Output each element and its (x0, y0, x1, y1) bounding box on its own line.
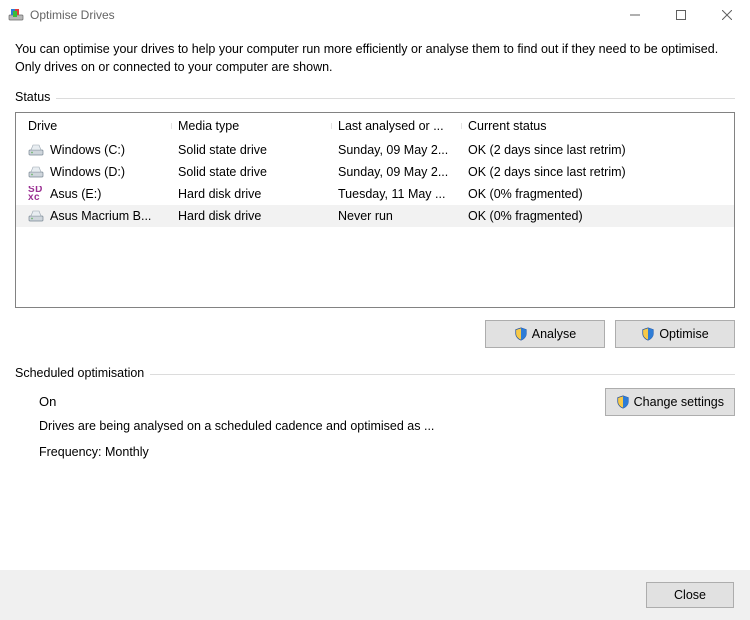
drive-name: Windows (C:) (50, 143, 125, 157)
divider (56, 98, 735, 99)
scheduled-frequency: Frequency: Monthly (39, 445, 434, 459)
divider (150, 374, 735, 375)
close-window-button[interactable] (704, 0, 750, 30)
shield-icon (514, 327, 528, 341)
col-header-media[interactable]: Media type (172, 119, 332, 133)
shield-icon (616, 395, 630, 409)
drive-status: OK (2 days since last retrim) (462, 165, 728, 179)
status-group-label: Status (15, 90, 735, 104)
drive-icon (28, 142, 44, 158)
drive-last: Sunday, 09 May 2... (332, 143, 462, 157)
scheduled-label-text: Scheduled optimisation (15, 366, 144, 380)
change-settings-button[interactable]: Change settings (605, 388, 735, 416)
drive-icon (28, 208, 44, 224)
drive-status: OK (2 days since last retrim) (462, 143, 728, 157)
col-header-drive[interactable]: Drive (22, 119, 172, 133)
intro-text: You can optimise your drives to help you… (15, 34, 735, 90)
window-title: Optimise Drives (30, 8, 115, 22)
maximize-button[interactable] (658, 0, 704, 30)
col-header-last[interactable]: Last analysed or ... (332, 119, 462, 133)
drive-name: Windows (D:) (50, 165, 125, 179)
action-buttons: Analyse Optimise (15, 320, 735, 348)
close-button[interactable]: Close (646, 582, 734, 608)
table-row[interactable]: SDxcAsus (E:)Hard disk driveTuesday, 11 … (16, 183, 734, 205)
drive-last: Never run (332, 209, 462, 223)
analyse-button[interactable]: Analyse (485, 320, 605, 348)
status-label-text: Status (15, 90, 50, 104)
change-settings-label: Change settings (634, 395, 724, 409)
analyse-label: Analyse (532, 327, 576, 341)
table-row[interactable]: Windows (D:) Solid state driveSunday, 09 … (16, 161, 734, 183)
shield-icon (641, 327, 655, 341)
scheduled-description: Drives are being analysed on a scheduled… (39, 419, 434, 433)
drive-name: Asus Macrium B... (50, 209, 151, 223)
scheduled-state: On (39, 394, 434, 409)
drive-last: Sunday, 09 May 2... (332, 165, 462, 179)
optimise-label: Optimise (659, 327, 708, 341)
drive-last: Tuesday, 11 May ... (332, 187, 462, 201)
content-area: You can optimise your drives to help you… (0, 30, 750, 570)
table-row[interactable]: Windows (C:) Solid state driveSunday, 09 … (16, 139, 734, 161)
col-header-status[interactable]: Current status (462, 119, 728, 133)
drive-media: Hard disk drive (172, 187, 332, 201)
drive-name: Asus (E:) (50, 187, 101, 201)
scheduled-body: On Drives are being analysed on a schedu… (15, 382, 434, 467)
minimize-button[interactable] (612, 0, 658, 30)
titlebar: Optimise Drives (0, 0, 750, 30)
scheduled-group-label: Scheduled optimisation (15, 366, 735, 380)
drive-media: Solid state drive (172, 165, 332, 179)
drive-list[interactable]: Drive Media type Last analysed or ... Cu… (15, 112, 735, 308)
app-icon (8, 7, 24, 23)
list-header[interactable]: Drive Media type Last analysed or ... Cu… (16, 113, 734, 139)
drive-status: OK (0% fragmented) (462, 209, 728, 223)
drive-status: OK (0% fragmented) (462, 187, 728, 201)
drive-media: Hard disk drive (172, 209, 332, 223)
table-row[interactable]: Asus Macrium B... Hard disk driveNever ru… (16, 205, 734, 227)
footer: Close (0, 570, 750, 620)
drive-media: Solid state drive (172, 143, 332, 157)
drive-icon (28, 164, 44, 180)
optimise-button[interactable]: Optimise (615, 320, 735, 348)
